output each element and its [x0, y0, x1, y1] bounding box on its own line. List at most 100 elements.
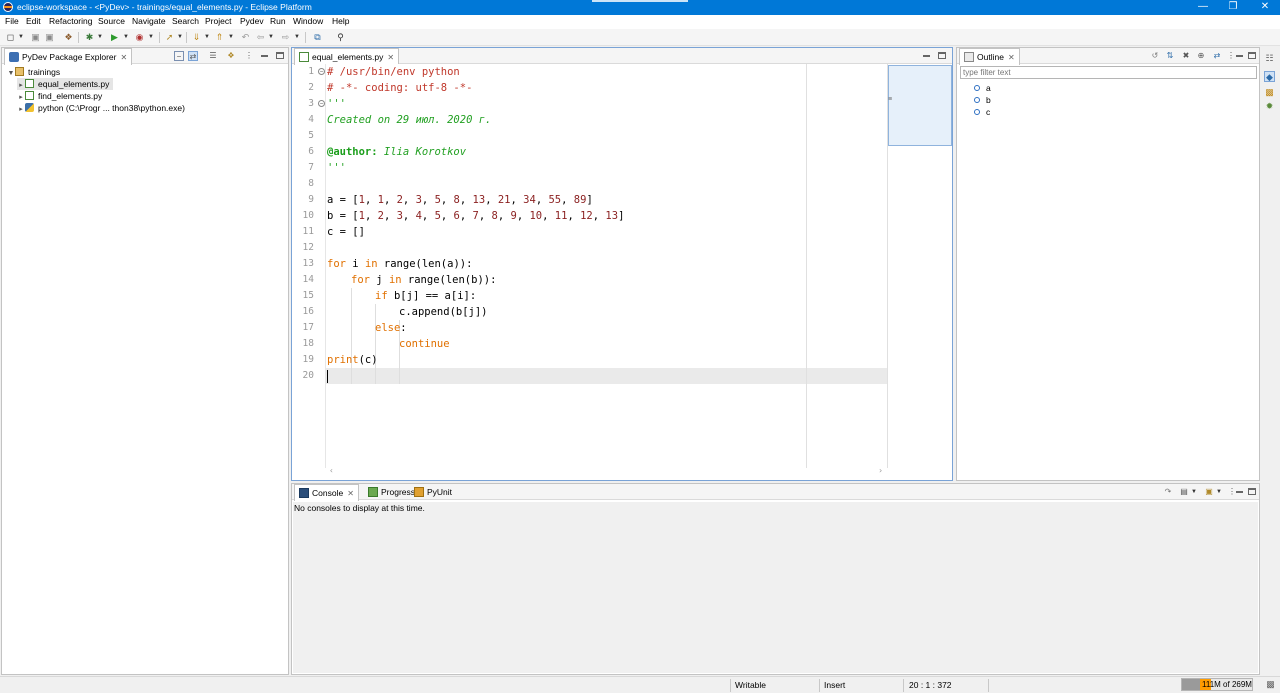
- minimap-ruler[interactable]: ≡: [887, 64, 952, 468]
- open-console-icon[interactable]: ▣: [1204, 487, 1214, 497]
- open-console-dropdown-icon[interactable]: ▼: [1216, 487, 1222, 498]
- outline-item[interactable]: c: [974, 106, 990, 118]
- minimize-view-button[interactable]: [261, 55, 268, 57]
- menu-project[interactable]: Project: [205, 16, 231, 26]
- display-console-dropdown-icon[interactable]: ▼: [1191, 487, 1197, 498]
- view-menu-icon[interactable]: ⋮: [244, 51, 254, 61]
- close-icon[interactable]: ✕: [347, 486, 354, 502]
- next-annotation-dropdown-icon[interactable]: ▼: [204, 32, 210, 43]
- minimap-grip-icon[interactable]: ≡: [888, 96, 892, 103]
- tree-item-interpreter[interactable]: ▸ python (C:\Progr ... thon38\python.exe): [17, 102, 185, 114]
- minimize-view-button[interactable]: [1236, 491, 1243, 493]
- tree-item-file-selected[interactable]: ▸ equal_elements.py: [17, 78, 114, 90]
- expand-icon[interactable]: ⊕: [1196, 51, 1206, 61]
- collapse-icon[interactable]: ✖: [1181, 51, 1191, 61]
- tab-outline[interactable]: Outline ✕: [959, 48, 1020, 65]
- maximize-view-button[interactable]: [1248, 52, 1256, 59]
- menu-help[interactable]: Help: [332, 16, 349, 26]
- back-icon[interactable]: ⇦: [255, 32, 266, 43]
- run-dropdown-icon[interactable]: ▼: [123, 32, 129, 43]
- minimize-view-button[interactable]: [1236, 55, 1243, 57]
- pydev-perspective-icon[interactable]: ◆: [1264, 71, 1275, 82]
- search-icon[interactable]: ⚲: [335, 32, 346, 43]
- tab-outline-label: Outline: [977, 52, 1004, 62]
- close-icon[interactable]: ✕: [1008, 50, 1015, 66]
- previous-annotation-icon[interactable]: ⇑: [214, 32, 225, 43]
- display-console-icon[interactable]: ▤: [1179, 487, 1189, 497]
- scroll-right-icon[interactable]: ›: [878, 466, 883, 475]
- tab-package-explorer[interactable]: PyDev Package Explorer ✕: [4, 48, 133, 66]
- focus-icon[interactable]: ❖: [226, 51, 236, 61]
- outline-item[interactable]: a: [974, 82, 991, 94]
- minimize-window-button[interactable]: —: [1188, 0, 1218, 15]
- menu-pydev[interactable]: Pydev: [240, 16, 264, 26]
- external-tools-icon[interactable]: ◉: [134, 32, 145, 43]
- menu-refactoring[interactable]: Refactoring: [49, 16, 92, 26]
- forward-dropdown-icon[interactable]: ▼: [294, 32, 300, 43]
- menu-search[interactable]: Search: [172, 16, 199, 26]
- link-icon[interactable]: ⇄: [1212, 51, 1222, 61]
- identifier-text: i: [345, 258, 365, 270]
- tab-console[interactable]: Console ✕: [294, 484, 359, 501]
- view-menu-icon[interactable]: ⋮: [1226, 51, 1236, 61]
- collapse-all-icon[interactable]: −: [174, 51, 184, 61]
- heap-status[interactable]: 111M of 269M: [1181, 678, 1253, 691]
- scroll-left-icon[interactable]: ‹: [329, 466, 334, 475]
- number-literal: 89: [573, 194, 587, 206]
- code-editor[interactable]: 1−2 3−4 5 6 7 8 9 10 11 12 13 14 15 16 17 18 19 20 # /usr…: [301, 64, 887, 478]
- minimize-editor-button[interactable]: [923, 55, 930, 57]
- menu-navigate[interactable]: Navigate: [132, 16, 166, 26]
- menu-window[interactable]: Window: [293, 16, 323, 26]
- menu-source[interactable]: Source: [98, 16, 125, 26]
- new-icon[interactable]: ◻: [5, 32, 16, 43]
- open-type-icon[interactable]: ❖: [63, 32, 74, 43]
- minimap-viewport[interactable]: [888, 65, 952, 146]
- fold-toggle-icon[interactable]: −: [318, 68, 325, 75]
- last-edit-icon[interactable]: ↶: [240, 32, 251, 43]
- run-icon[interactable]: ▶: [109, 32, 120, 43]
- tab-pyunit[interactable]: PyUnit: [410, 484, 456, 500]
- open-perspective-icon[interactable]: ⧉: [312, 32, 323, 43]
- restore-window-button[interactable]: ❐: [1218, 0, 1248, 15]
- debug-perspective-icon[interactable]: ✹: [1264, 101, 1275, 112]
- expanded-chevron-icon[interactable]: ▼: [7, 68, 15, 80]
- tree-item-project[interactable]: ▼ trainings: [7, 66, 60, 78]
- previous-annotation-dropdown-icon[interactable]: ▼: [228, 32, 234, 43]
- outline-item[interactable]: b: [974, 94, 991, 106]
- filter-icon[interactable]: ☰: [208, 51, 218, 61]
- close-icon[interactable]: ✕: [121, 50, 128, 66]
- next-annotation-icon[interactable]: ⇓: [191, 32, 202, 43]
- link-with-editor-icon[interactable]: ⇄: [188, 51, 198, 61]
- open-perspective-icon[interactable]: ☷: [1264, 53, 1275, 64]
- debug-icon[interactable]: ✱: [84, 32, 95, 43]
- maximize-view-button[interactable]: [276, 52, 284, 59]
- garbage-collect-icon[interactable]: ▩: [1265, 679, 1276, 690]
- maximize-view-button[interactable]: [1248, 488, 1256, 495]
- save-all-icon[interactable]: ▣: [44, 32, 55, 43]
- tab-equal-elements[interactable]: equal_elements.py ✕: [294, 48, 400, 65]
- console-body[interactable]: No consoles to display at this time.: [293, 502, 1258, 673]
- horizontal-scrollbar[interactable]: ‹ ›: [325, 466, 887, 478]
- menu-edit[interactable]: Edit: [26, 16, 41, 26]
- back-dropdown-icon[interactable]: ▼: [268, 32, 274, 43]
- sync-icon[interactable]: ↺: [1150, 51, 1160, 61]
- close-window-button[interactable]: ✕: [1250, 0, 1280, 15]
- menu-bar: File Edit Refactoring Source Navigate Se…: [0, 15, 1280, 29]
- pydev-dropdown-icon[interactable]: ▼: [177, 32, 183, 43]
- debug-dropdown-icon[interactable]: ▼: [97, 32, 103, 43]
- forward-icon[interactable]: ⇨: [280, 32, 291, 43]
- java-perspective-icon[interactable]: ▩: [1264, 87, 1275, 98]
- menu-run[interactable]: Run: [270, 16, 286, 26]
- save-icon[interactable]: ▣: [30, 32, 41, 43]
- outline-filter-input[interactable]: [960, 66, 1257, 79]
- collapsed-chevron-icon[interactable]: ▸: [17, 104, 25, 116]
- pin-console-icon[interactable]: ↷: [1163, 487, 1173, 497]
- new-dropdown-icon[interactable]: ▼: [18, 32, 24, 43]
- fold-toggle-icon[interactable]: −: [318, 100, 325, 107]
- maximize-editor-button[interactable]: [938, 52, 946, 59]
- sort-az-icon[interactable]: ⇅: [1165, 51, 1175, 61]
- tree-item-file[interactable]: ▸ find_elements.py: [17, 90, 102, 102]
- pydev-icon[interactable]: ➚: [164, 32, 175, 43]
- external-tools-dropdown-icon[interactable]: ▼: [148, 32, 154, 43]
- menu-file[interactable]: File: [5, 16, 19, 26]
